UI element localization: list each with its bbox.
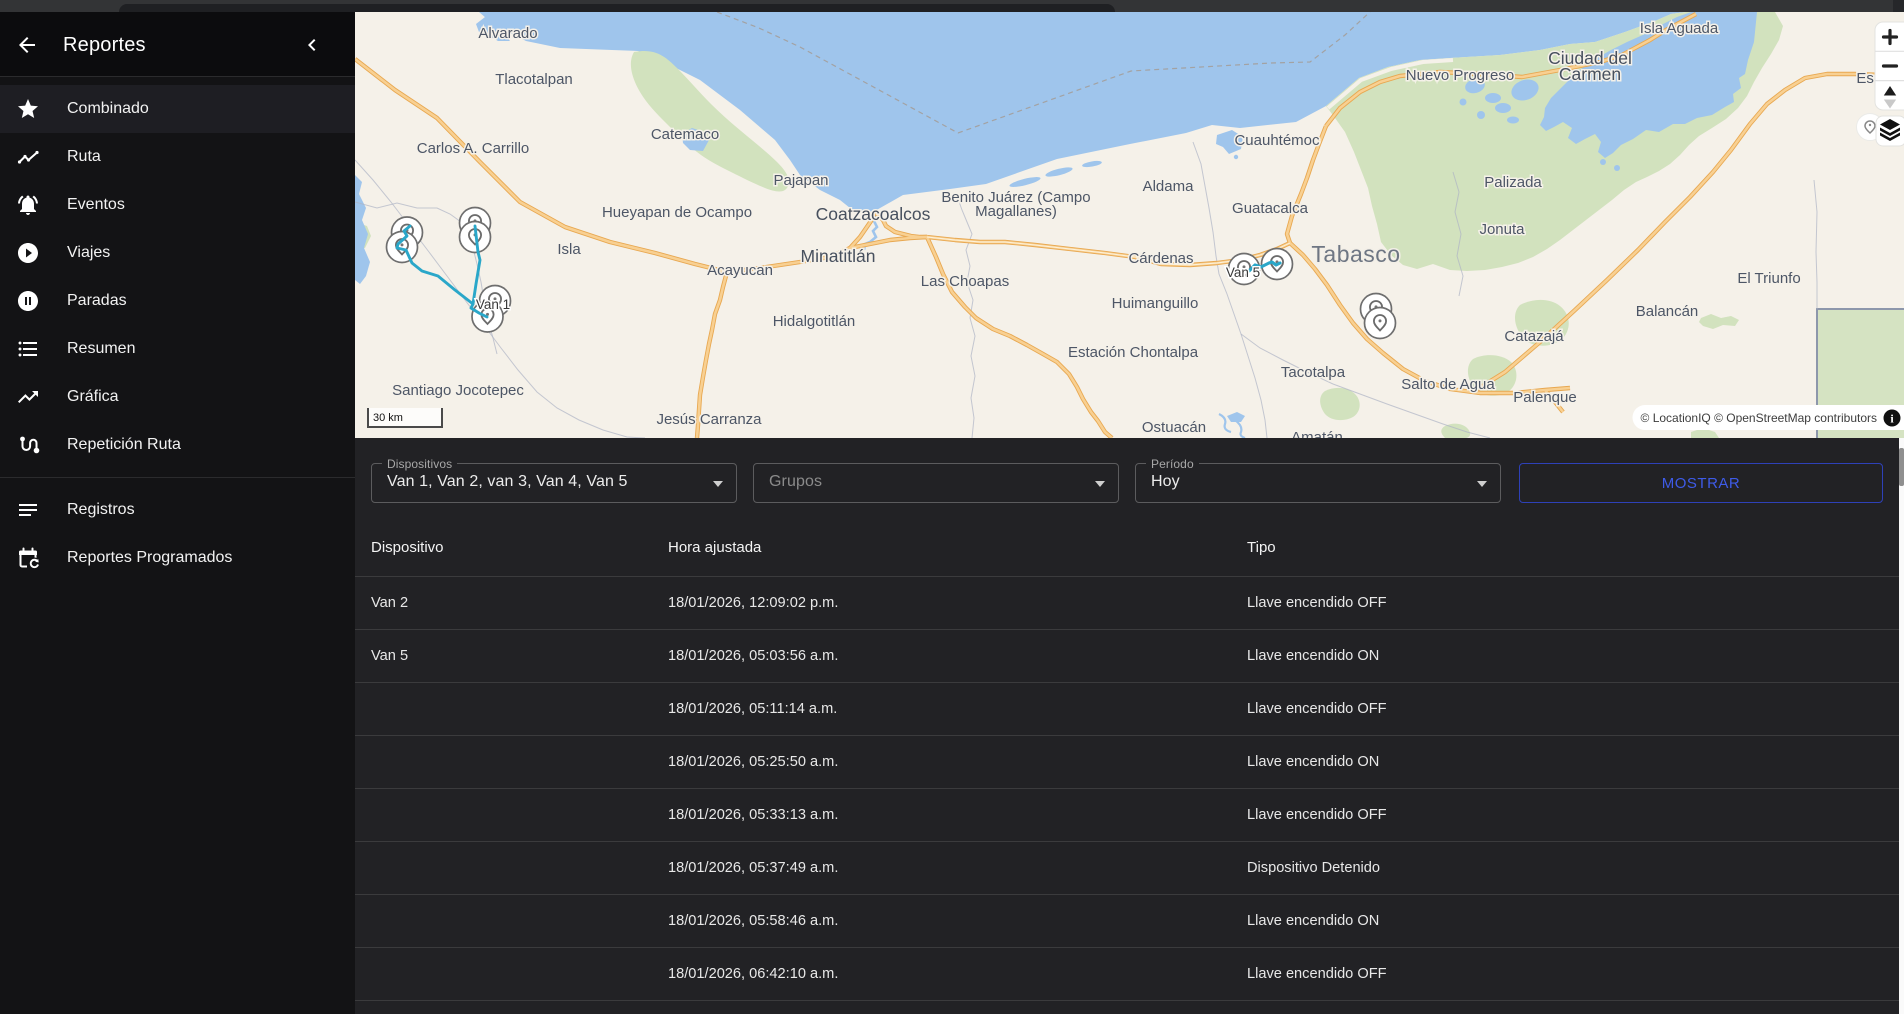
svg-text:Huimanguillo: Huimanguillo — [1112, 295, 1199, 312]
svg-text:Nuevo Progreso: Nuevo Progreso — [1406, 67, 1514, 84]
svg-text:Pajapan: Pajapan — [773, 172, 828, 189]
svg-text:Minatitlán: Minatitlán — [801, 246, 876, 266]
svg-text:© LocationIQ © OpenStreetMap c: © LocationIQ © OpenStreetMap contributor… — [1641, 411, 1877, 425]
svg-text:Acayucan: Acayucan — [707, 262, 773, 279]
svg-text:Santiago Jocotepec: Santiago Jocotepec — [392, 382, 524, 399]
svg-text:El Triunfo: El Triunfo — [1737, 270, 1800, 287]
svg-text:Catemaco: Catemaco — [651, 126, 719, 143]
svg-text:Tabasco: Tabasco — [1311, 241, 1400, 267]
svg-text:Balancán: Balancán — [1636, 303, 1699, 320]
svg-text:Hueyapan de Ocampo: Hueyapan de Ocampo — [602, 204, 752, 221]
svg-text:Amatán: Amatán — [1291, 429, 1343, 438]
svg-text:Magallanes): Magallanes) — [975, 203, 1057, 220]
svg-text:Isla Aguada: Isla Aguada — [1640, 20, 1719, 37]
svg-text:Tacotalpa: Tacotalpa — [1281, 364, 1346, 381]
svg-text:Van 5: Van 5 — [1226, 265, 1260, 280]
svg-text:Cárdenas: Cárdenas — [1128, 250, 1193, 267]
svg-text:30 km: 30 km — [373, 412, 403, 424]
svg-text:Carlos A. Carrillo: Carlos A. Carrillo — [417, 140, 530, 157]
svg-text:Catazajá: Catazajá — [1504, 328, 1564, 345]
svg-text:Carmen: Carmen — [1559, 64, 1621, 84]
svg-text:Palenque: Palenque — [1513, 389, 1576, 406]
svg-text:Van 1: Van 1 — [476, 297, 510, 312]
svg-text:Las Choapas: Las Choapas — [921, 273, 1009, 290]
svg-text:Estación Chontalpa: Estación Chontalpa — [1068, 344, 1199, 361]
svg-text:Guatacalca: Guatacalca — [1232, 200, 1309, 217]
svg-text:Coatzacoalcos: Coatzacoalcos — [816, 204, 931, 224]
svg-text:Aldama: Aldama — [1143, 178, 1195, 195]
svg-text:Tlacotalpan: Tlacotalpan — [495, 71, 573, 88]
svg-text:Jonuta: Jonuta — [1479, 221, 1525, 238]
svg-text:Salto de Agua: Salto de Agua — [1401, 376, 1495, 393]
svg-text:Alvarado: Alvarado — [478, 25, 537, 42]
svg-text:Cuauhtémoc: Cuauhtémoc — [1234, 132, 1320, 149]
svg-text:Hidalgotitlán: Hidalgotitlán — [773, 313, 856, 330]
svg-text:Isla: Isla — [557, 241, 581, 258]
svg-text:Jesús Carranza: Jesús Carranza — [656, 411, 762, 428]
svg-text:Ostuacán: Ostuacán — [1142, 419, 1206, 436]
svg-text:Palizada: Palizada — [1484, 174, 1542, 191]
